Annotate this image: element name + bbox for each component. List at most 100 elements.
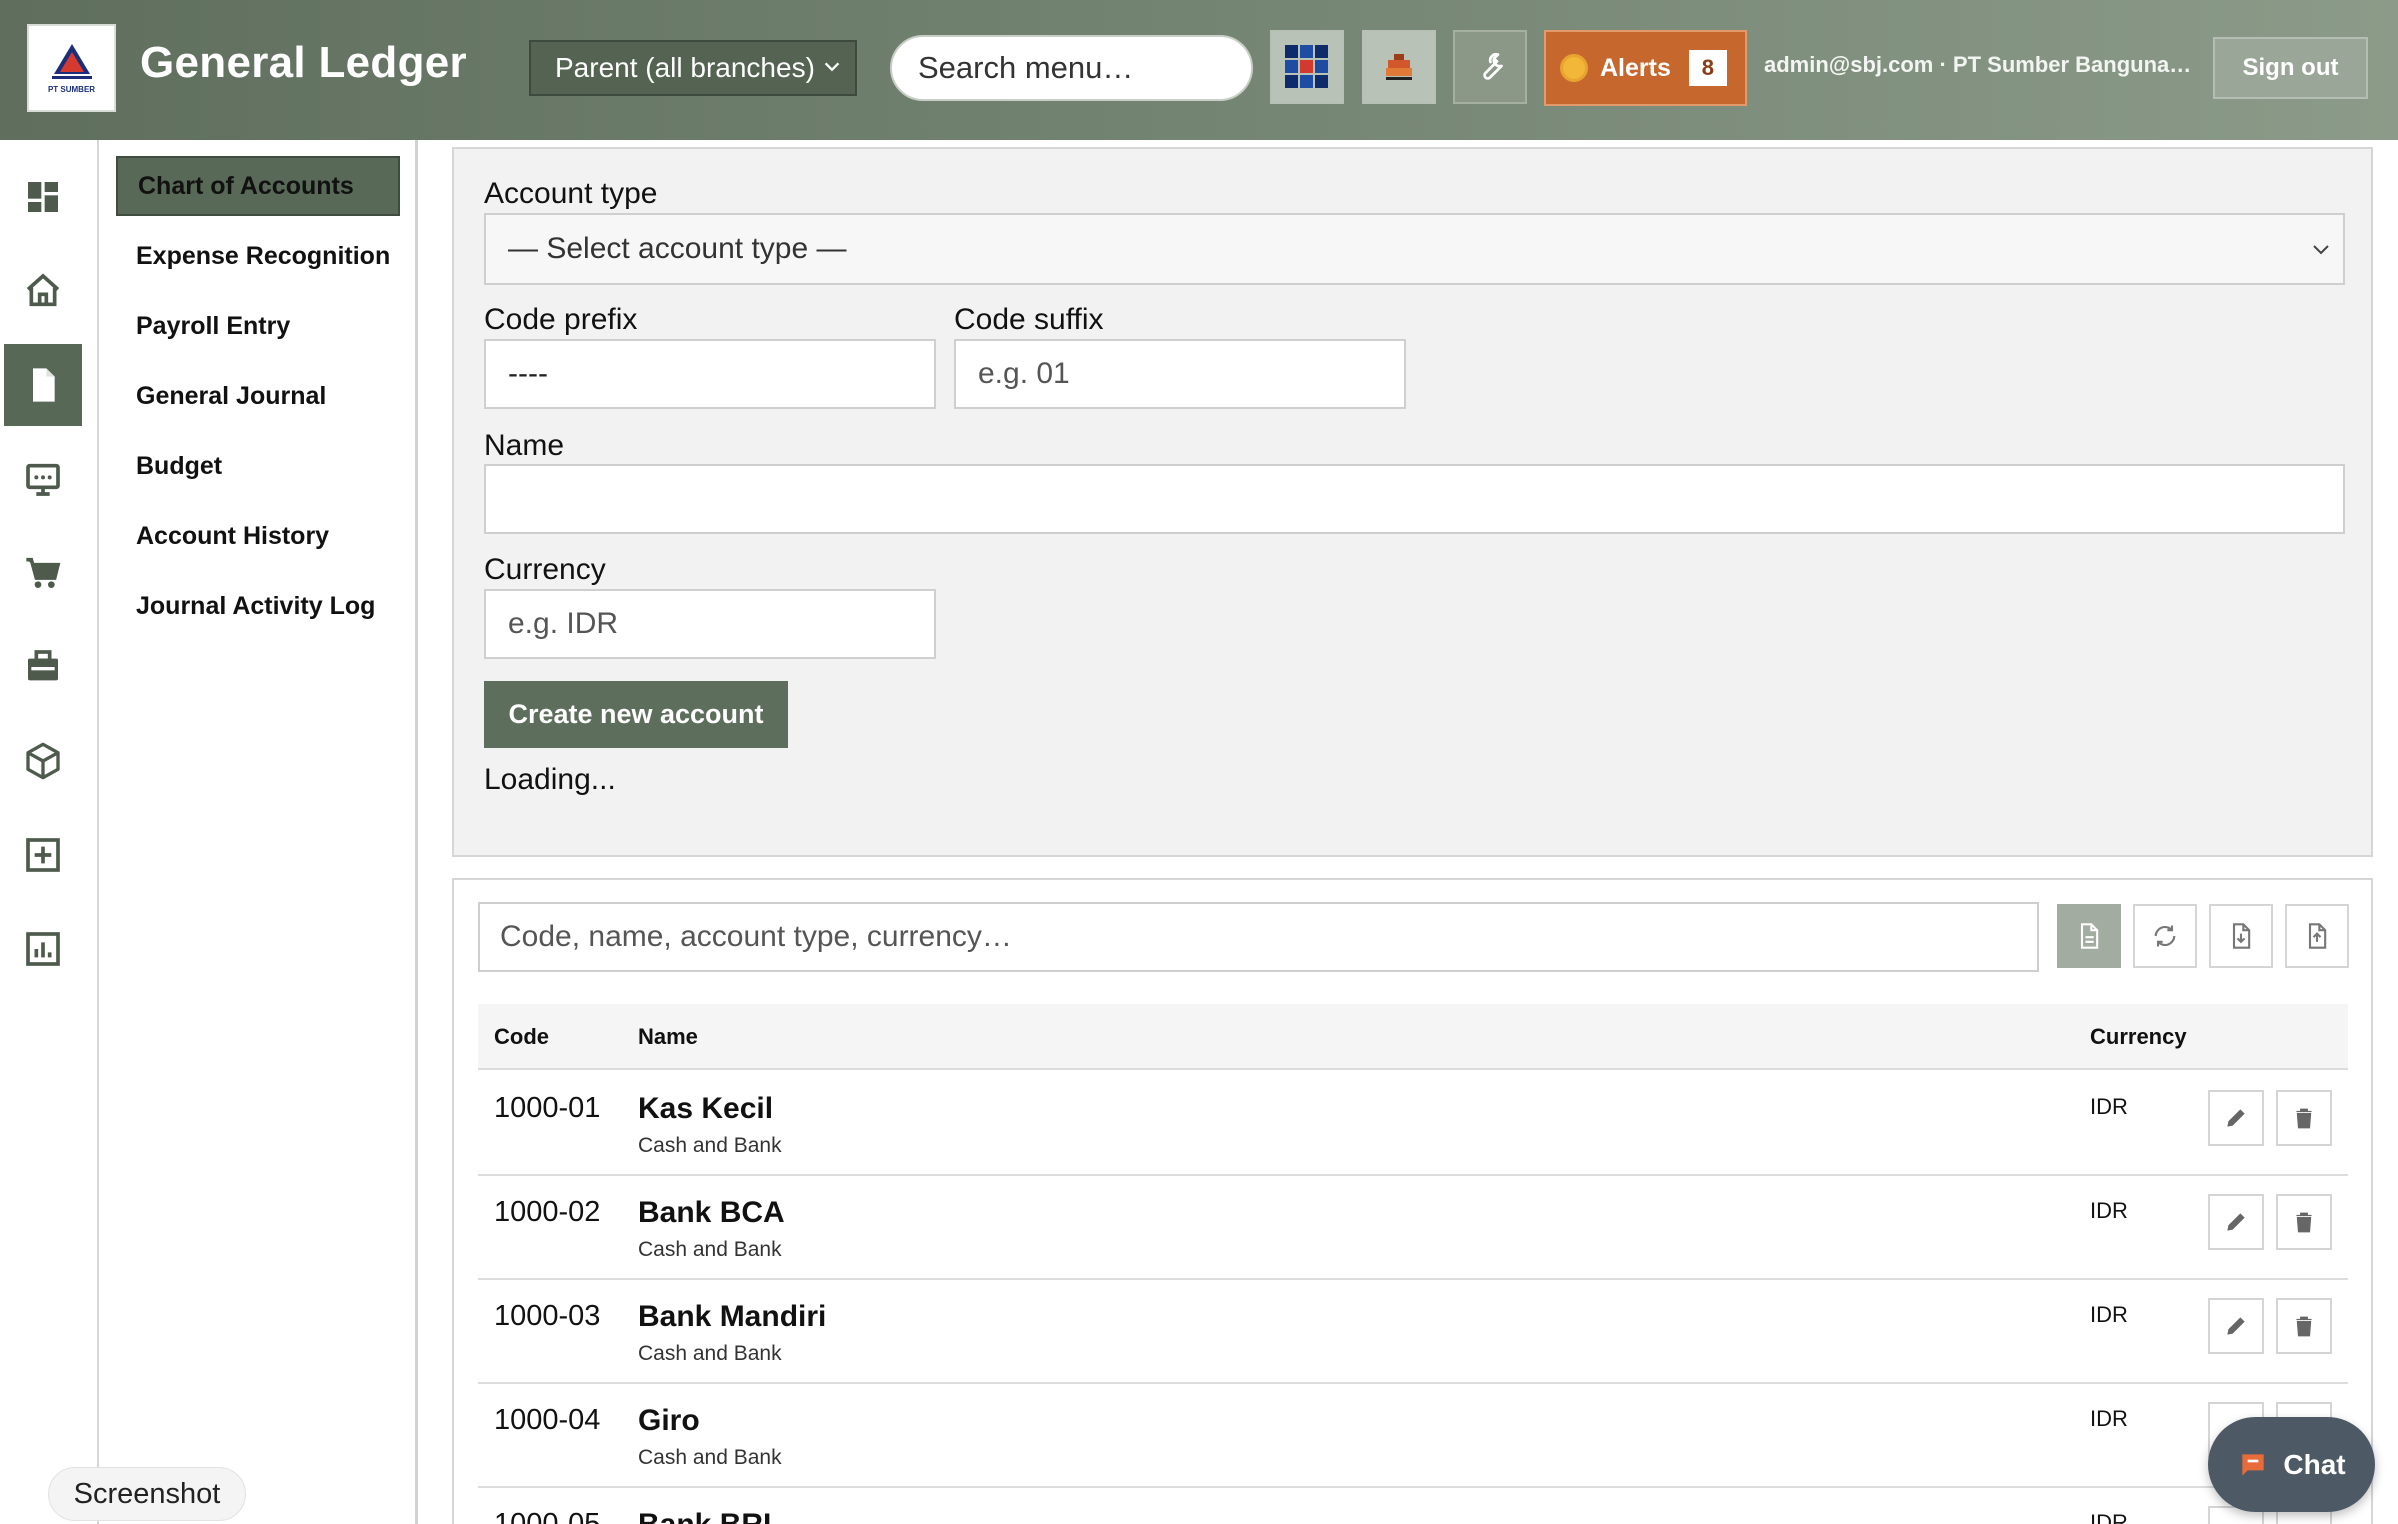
row-currency: IDR (2090, 1094, 2128, 1119)
file-import-icon (2232, 923, 2251, 949)
row-currency: IDR (2090, 1302, 2128, 1327)
row-name: Giro (638, 1404, 700, 1437)
table-row[interactable]: 1000-02 Bank BCA Cash and Bank IDR (478, 1176, 2348, 1280)
logo-text: PT SUMBER (47, 85, 96, 94)
refresh-button[interactable] (2133, 904, 2197, 968)
column-header-currency[interactable]: Currency (2090, 1024, 2187, 1050)
subnav-item-chart-of-accounts[interactable]: Chart of Accounts (116, 156, 400, 216)
monitor-icon (26, 463, 60, 496)
code-suffix-label: Code suffix (954, 303, 1104, 336)
screenshot-button[interactable]: Screenshot (48, 1467, 246, 1521)
currency-placeholder: e.g. IDR (508, 607, 619, 640)
chevron-down-icon (2313, 245, 2329, 255)
row-name: Bank BRI (638, 1508, 771, 1524)
rail-cart[interactable] (4, 532, 82, 614)
row-currency: IDR (2090, 1198, 2128, 1223)
page-title: General Ledger (140, 38, 467, 87)
store-button[interactable] (1362, 30, 1436, 104)
subnav-item-payroll-entry[interactable]: Payroll Entry (116, 296, 400, 356)
code-suffix-input[interactable]: e.g. 01 (954, 339, 1406, 409)
rail-dashboard[interactable] (4, 156, 82, 238)
code-suffix-placeholder: e.g. 01 (978, 357, 1070, 390)
create-account-form: Account type — Select account type — Cod… (452, 147, 2373, 857)
branch-select-value: Parent (all branches) (555, 52, 815, 83)
icon-rail (0, 140, 99, 1524)
code-prefix-label: Code prefix (484, 303, 638, 336)
edit-button[interactable] (2208, 1090, 2264, 1146)
currency-label: Currency (484, 553, 606, 586)
subnav-item-account-history[interactable]: Account History (116, 506, 400, 566)
logo-mark: PT SUMBER (42, 38, 102, 98)
box-icon (26, 742, 60, 780)
rail-documents[interactable] (4, 344, 82, 426)
export-button[interactable] (2285, 904, 2349, 968)
import-button[interactable] (2209, 904, 2273, 968)
delete-button[interactable] (2276, 1194, 2332, 1250)
rail-home[interactable] (4, 250, 82, 332)
loading-status: Loading... (484, 763, 616, 796)
row-type: Cash and Bank (638, 1342, 782, 1365)
pencil-icon (2227, 1213, 2245, 1231)
edit-button[interactable] (2208, 1194, 2264, 1250)
delete-button[interactable] (2276, 1090, 2332, 1146)
delete-button[interactable] (2276, 1298, 2332, 1354)
rail-box[interactable] (4, 720, 82, 802)
company-logo[interactable]: PT SUMBER (27, 24, 116, 112)
row-code: 1000-03 (494, 1300, 601, 1332)
rail-chart[interactable] (4, 908, 82, 990)
column-header-name[interactable]: Name (638, 1024, 698, 1050)
branch-select[interactable]: Parent (all branches) (529, 40, 857, 96)
sign-out-button[interactable]: Sign out (2213, 37, 2368, 99)
chart-icon (26, 932, 60, 966)
subnav-item-general-journal[interactable]: General Journal (116, 366, 400, 426)
name-input[interactable] (484, 464, 2345, 534)
account-type-label: Account type (484, 177, 658, 210)
currency-input[interactable]: e.g. IDR (484, 589, 936, 659)
column-header-code[interactable]: Code (494, 1024, 549, 1050)
row-code: 1000-05 (494, 1508, 601, 1524)
pencil-icon (2227, 1317, 2245, 1335)
add-box-icon (26, 838, 60, 872)
apps-button[interactable] (1270, 30, 1344, 104)
ledger-subnav: Chart of Accounts Expense Recognition Pa… (99, 140, 418, 1524)
row-currency: IDR (2090, 1510, 2128, 1524)
cart-icon (26, 557, 61, 588)
create-account-button[interactable]: Create new account (484, 681, 788, 748)
row-code: 1000-01 (494, 1092, 601, 1124)
rail-add-box[interactable] (4, 814, 82, 896)
search-menu-placeholder: Search menu… (918, 50, 1134, 85)
refresh-icon (2154, 925, 2176, 947)
row-type: Cash and Bank (638, 1134, 782, 1157)
alerts-label: Alerts (1600, 53, 1671, 82)
alerts-count-badge: 8 (1688, 50, 1727, 86)
name-label: Name (484, 429, 565, 462)
subnav-item-expense-recognition[interactable]: Expense Recognition (116, 226, 400, 286)
chat-button[interactable]: Chat (2208, 1417, 2375, 1512)
alerts-button[interactable]: Alerts 8 (1544, 30, 1747, 106)
table-row[interactable]: 1000-03 Bank Mandiri Cash and Bank IDR (478, 1280, 2348, 1384)
dashboard-icon (28, 182, 58, 212)
briefcase-icon (28, 650, 58, 681)
accounts-search-placeholder: Code, name, account type, currency… (500, 920, 1012, 953)
table-row[interactable]: 1000-04 Giro Cash and Bank IDR (478, 1384, 2348, 1488)
trash-icon (2296, 1212, 2312, 1233)
export-document-button[interactable] (2057, 904, 2121, 968)
row-currency: IDR (2090, 1406, 2128, 1431)
account-type-select[interactable]: — Select account type — (484, 213, 2345, 285)
store-icon (1386, 54, 1412, 80)
table-row[interactable]: 1000-01 Kas Kecil Cash and Bank IDR (478, 1072, 2348, 1176)
edit-button[interactable] (2208, 1298, 2264, 1354)
accounts-search-input[interactable]: Code, name, account type, currency… (478, 902, 2039, 972)
subnav-item-budget[interactable]: Budget (116, 436, 400, 496)
table-row[interactable]: 1000-05 Bank BRI Cash and Bank IDR (478, 1488, 2348, 1524)
apps-grid-icon (1285, 45, 1328, 88)
chevron-down-icon (824, 62, 840, 72)
wrench-icon (1483, 52, 1503, 80)
code-prefix-input[interactable]: ---- (484, 339, 936, 409)
subnav-item-journal-activity-log[interactable]: Journal Activity Log (116, 576, 400, 636)
row-code: 1000-04 (494, 1404, 601, 1436)
rail-monitor[interactable] (4, 438, 82, 520)
search-menu-input[interactable]: Search menu… (890, 35, 1253, 101)
tools-button[interactable] (1453, 30, 1527, 104)
rail-briefcase[interactable] (4, 626, 82, 708)
